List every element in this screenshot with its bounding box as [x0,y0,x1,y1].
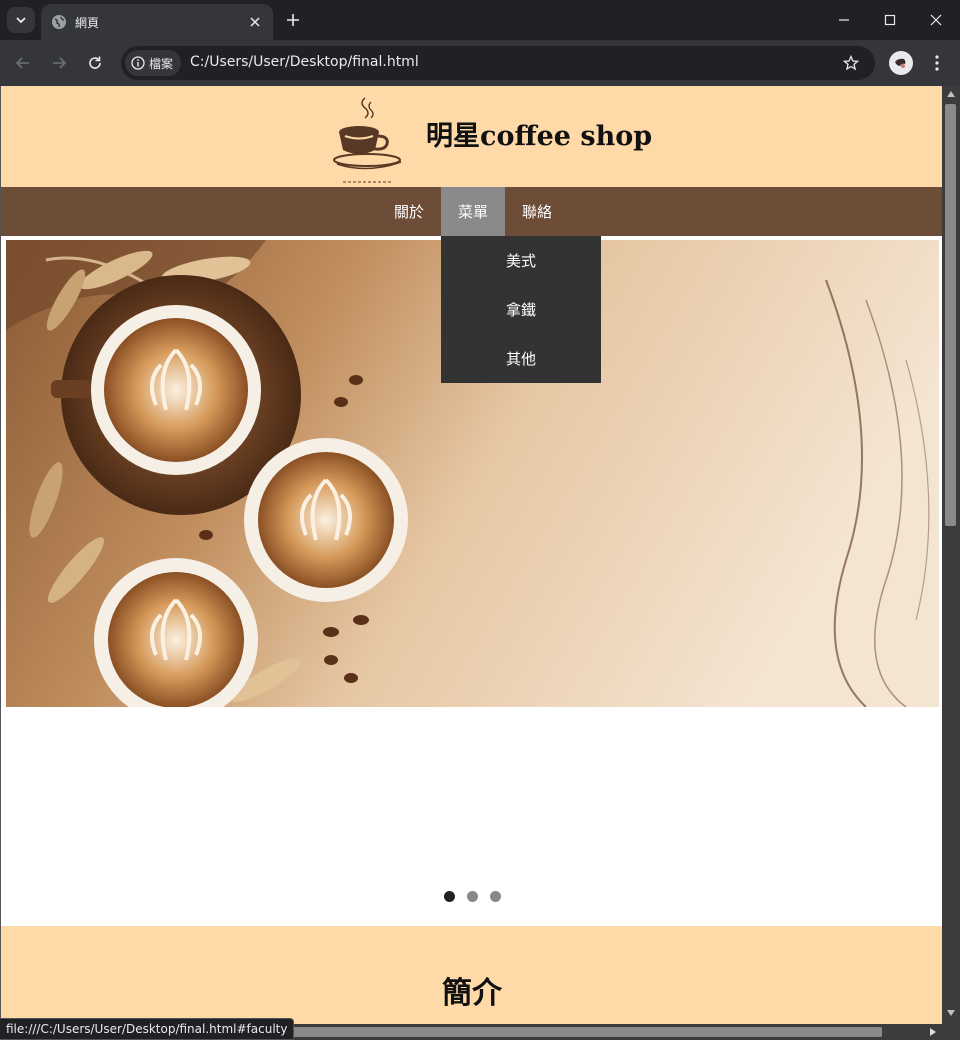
scroll-down-arrow-icon[interactable] [947,1010,955,1016]
maximize-icon [884,14,896,26]
minimize-icon [839,19,849,21]
nav-item-about[interactable]: 關於 [377,187,441,236]
carousel-dot-1[interactable] [444,891,455,902]
profile-avatar[interactable] [889,51,913,75]
close-icon [930,14,942,26]
carousel-indicators [444,891,513,902]
dropdown-item-americano[interactable]: 美式 [441,236,601,285]
intro-heading: 簡介 [442,976,502,1011]
new-tab-button[interactable] [281,8,305,32]
arrow-right-icon [53,57,67,69]
nav-item-contact[interactable]: 聯絡 [505,187,569,236]
vertical-scroll-thumb[interactable] [945,104,956,526]
site-chip-label: 檔案 [149,56,174,71]
dropdown-item-latte[interactable]: 拿鐵 [441,285,601,334]
scrollbar-corner [942,1024,960,1040]
minimize-button[interactable] [821,5,867,35]
chevron-down-icon [16,17,26,24]
nav-item-menu[interactable]: 菜單 [441,187,505,236]
tab-title: 網頁 [75,15,100,30]
carousel-dot-3[interactable] [490,891,501,902]
site-info-chip[interactable]: 檔案 [125,50,181,76]
arrow-left-icon [15,57,29,69]
plus-icon [287,14,299,26]
shop-title: 明星coffee shop [426,121,653,152]
browser-toolbar: 檔案 C:/Users/User/Desktop/final.html [0,40,960,86]
menu-dropdown: 美式 拿鐵 其他 [441,236,601,383]
maximize-button[interactable] [867,5,913,35]
web-page: 明星coffee shop 關於 菜單 聯絡 美式 拿鐵 其他 簡介 [0,86,943,1036]
close-tab-icon[interactable] [245,12,265,32]
globe-icon [51,14,67,30]
back-button[interactable] [10,50,36,76]
site-header: 明星coffee shop [1,86,943,187]
dropdown-item-other[interactable]: 其他 [441,334,601,383]
browser-tab[interactable]: 網頁 [41,4,273,40]
status-bar-url: file:///C:/Users/User/Desktop/final.html… [0,1018,295,1040]
star-icon [843,55,859,71]
avatar-icon [893,55,909,71]
close-window-button[interactable] [913,5,959,35]
scroll-up-arrow-icon[interactable] [947,91,955,97]
more-vertical-icon [935,55,939,71]
carousel-dot-2[interactable] [467,891,478,902]
reload-icon [89,56,101,69]
browser-menu-button[interactable] [927,51,947,75]
forward-button[interactable] [46,50,72,76]
main-nav: 關於 菜單 聯絡 [1,187,943,236]
scroll-right-arrow-icon[interactable] [930,1028,936,1036]
coffee-cup-logo [331,94,405,186]
address-bar[interactable]: 檔案 C:/Users/User/Desktop/final.html [121,46,875,80]
bookmark-button[interactable] [841,53,861,73]
url-text[interactable]: C:/Users/User/Desktop/final.html [190,54,419,70]
browser-tab-strip: 網頁 [0,0,960,40]
tab-search-button[interactable] [7,7,35,33]
info-icon [131,56,145,70]
vertical-scrollbar[interactable] [942,86,960,1024]
reload-button[interactable] [82,50,108,76]
page-viewport: 明星coffee shop 關於 菜單 聯絡 美式 拿鐵 其他 簡介 [0,86,960,1040]
